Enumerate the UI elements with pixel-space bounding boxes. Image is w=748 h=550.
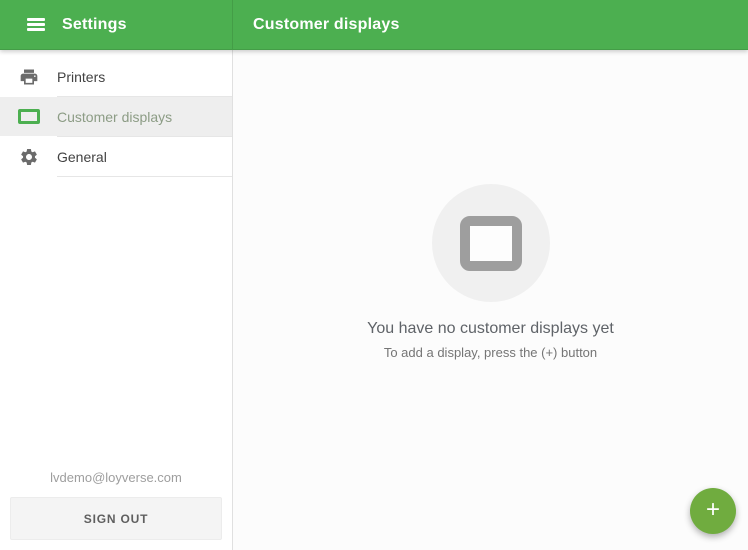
- settings-nav: Printers Customer displays General: [0, 50, 232, 177]
- account-section: lvdemo@loyverse.com SIGN OUT: [0, 470, 232, 550]
- app-header: Settings Customer displays: [0, 0, 748, 50]
- customer-displays-panel: You have no customer displays yet To add…: [233, 50, 748, 550]
- empty-state-subtitle: To add a display, press the (+) button: [383, 345, 598, 360]
- sidebar-item-general[interactable]: General: [0, 137, 232, 176]
- account-email: lvdemo@loyverse.com: [50, 470, 182, 485]
- sidebar-item-label: Printers: [57, 68, 106, 85]
- sign-out-button[interactable]: SIGN OUT: [10, 497, 222, 540]
- header-left-section: Settings: [0, 0, 233, 49]
- display-icon: [459, 215, 522, 271]
- settings-title: Settings: [62, 15, 127, 33]
- divider: [57, 176, 232, 177]
- sidebar-item-label: Customer displays: [57, 108, 173, 125]
- empty-state-title: You have no customer displays yet: [367, 320, 614, 337]
- gear-icon: [0, 147, 57, 167]
- display-icon: [0, 109, 57, 124]
- plus-icon: +: [705, 496, 720, 523]
- empty-state-icon-circle: [431, 184, 550, 302]
- sidebar-item-customer-displays[interactable]: Customer displays: [0, 97, 232, 136]
- settings-screen: Settings Customer displays Printers Cust…: [0, 0, 748, 550]
- menu-icon[interactable]: [27, 18, 45, 31]
- page-title: Customer displays: [253, 15, 400, 33]
- add-display-fab[interactable]: +: [690, 488, 736, 534]
- sidebar-item-label: General: [57, 148, 107, 165]
- printer-icon: [0, 67, 57, 87]
- sidebar-item-printers[interactable]: Printers: [0, 57, 232, 96]
- header-right-section: Customer displays: [233, 0, 748, 49]
- settings-sidebar: Printers Customer displays General lvdem…: [0, 50, 233, 550]
